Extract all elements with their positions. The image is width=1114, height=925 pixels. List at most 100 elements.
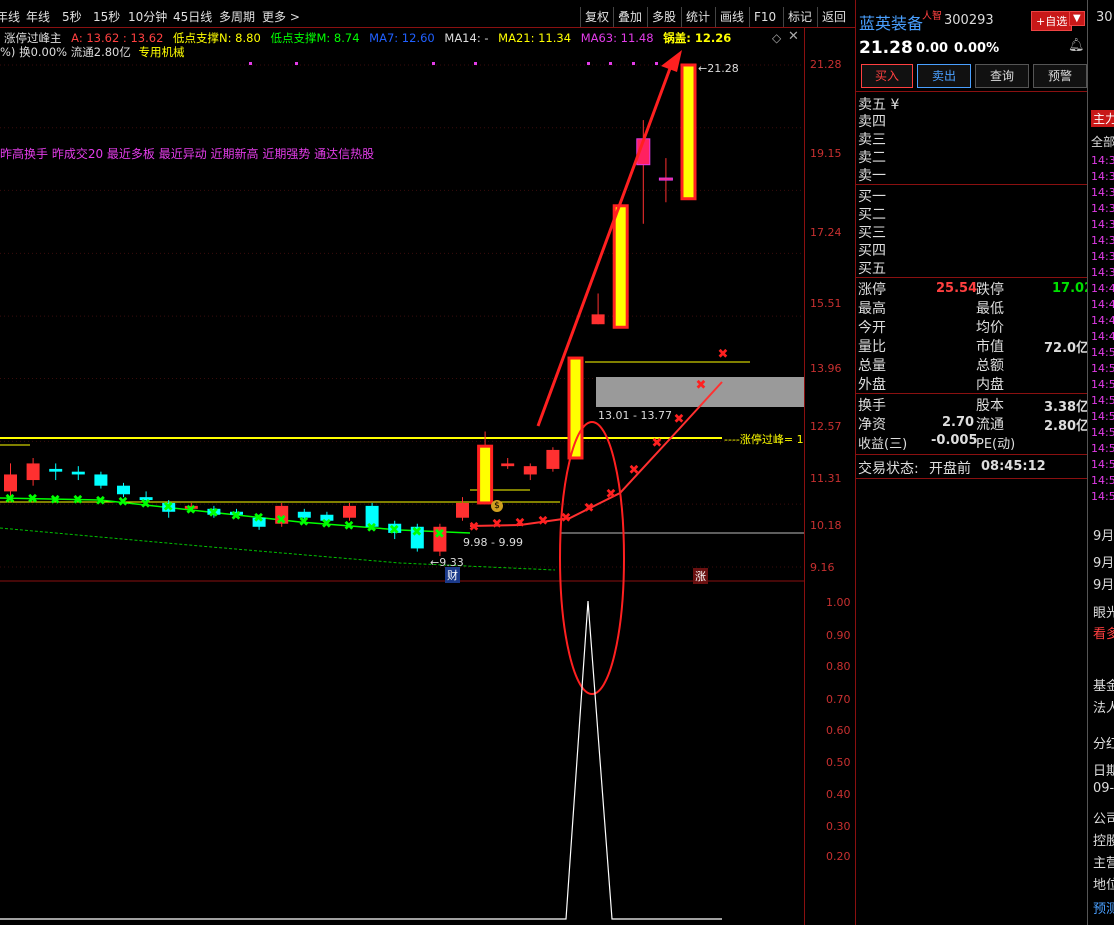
turnover-label: 换手 [858,398,886,414]
x-marker: ✖ [276,513,287,528]
shares-value: 3.38亿 [1044,400,1090,415]
kline-chart[interactable]: ✖ ✖ ✖ ✖ ✖ ✖ ✖ ✖ ✖ ✖ ✖ ✖ ✖ ✖ ✖ ✖ ✖ ✖ ✖ ✖ ✖ ✖ ✖ ✖ ✖✖✖✖✖✖✖✖ [0,28,804,925]
side-item[interactable]: 主营 [1093,852,1114,871]
candle[interactable] [680,63,697,201]
side-item[interactable]: 9月 [1093,525,1114,544]
divider [856,277,1088,278]
trade-time: 14:5 [1091,458,1114,471]
period-multi[interactable]: 多周期 [219,8,255,25]
period-45d[interactable]: 45日线 [173,8,212,25]
x-marker: ✖ [298,515,309,530]
side-item[interactable]: 分红 [1093,733,1114,752]
x-marker: ✖ [253,511,264,526]
overlay-button[interactable]: 叠加 [613,7,646,27]
ask1-label: 卖一 [858,168,886,184]
candle[interactable] [501,463,515,467]
buy-button[interactable]: 买入 [861,64,913,88]
candle[interactable] [456,502,469,518]
divider [856,91,1088,92]
finance-badge[interactable]: 财 [445,567,460,583]
bell-icon[interactable]: 🔔︎ [1068,38,1085,53]
side-item[interactable]: 公司 [1093,808,1114,827]
side-item[interactable]: 地位 [1093,874,1114,893]
limit-up-badge[interactable]: 涨 [693,568,708,584]
trade-time: 14:5 [1091,474,1114,487]
chevron-down-icon[interactable]: ▼ [1069,11,1085,26]
stats-button[interactable]: 统计 [681,7,714,27]
candle[interactable] [591,314,605,325]
candle[interactable] [612,204,629,329]
x-marker: ✖ [718,347,729,362]
side-item[interactable]: 9月 [1093,552,1114,571]
x-marker: ✖ [27,492,38,507]
side-item[interactable]: 日期 [1093,760,1114,779]
status-time: 08:45:12 [981,459,1046,474]
x-marker: ✖ [411,525,422,540]
stock-name: 蓝英装备 [859,14,924,33]
tab-main-force[interactable]: 主力 [1091,110,1114,127]
mark-button[interactable]: 标记 [783,7,816,27]
period-year[interactable]: 年线 [26,8,50,25]
chart-area[interactable]: 年线 年线 5秒 15秒 10分钟 45日线 多周期 更多 > 复权 叠加 多股… [0,0,855,925]
period-more[interactable]: 更多 > [262,8,300,25]
x-marker: ✖ [208,506,219,521]
candle[interactable] [343,505,356,518]
avg-label: 均价 [976,320,1004,336]
price-tick: 19.15 [810,147,842,160]
candle[interactable] [94,474,108,486]
trade-time: 14:3 [1091,170,1114,183]
period-year-partial[interactable]: 年线 [0,8,20,25]
dollar-icon[interactable]: $ [491,500,503,512]
tab-all[interactable]: 全部 [1091,133,1114,150]
f10-button[interactable]: F10 [749,7,780,27]
query-button[interactable]: 查询 [975,64,1029,88]
indicator-tick: 0.90 [826,629,851,642]
price-tick: 15.51 [810,297,842,310]
indicator-tick: 0.70 [826,693,851,706]
back-button[interactable]: 返回 [817,7,850,27]
price-tick: 17.24 [810,226,842,239]
float-label: 流通 [976,417,1004,433]
mcap-value: 72.0亿 [1044,341,1090,356]
candle[interactable] [49,468,63,472]
side-item[interactable]: 基金 [1093,675,1114,694]
x-marker: ✖ [584,501,595,516]
period-10min[interactable]: 10分钟 [128,8,167,25]
x-marker: ✖ [95,494,106,509]
side-item[interactable]: 控股 [1093,830,1114,849]
add-favorite-button[interactable]: +自选 [1031,11,1073,31]
candle[interactable] [523,466,537,475]
candle[interactable] [26,463,40,481]
period-5s[interactable]: 5秒 [62,8,82,25]
high-label: 最高 [858,301,886,317]
sell-button[interactable]: 卖出 [917,64,971,88]
alert-button[interactable]: 预警 [1033,64,1087,88]
side-item[interactable]: 眼光 [1093,602,1114,621]
period-15s[interactable]: 15秒 [93,8,120,25]
candle[interactable] [117,485,130,495]
candle[interactable] [546,449,560,469]
side-item[interactable]: 预测 [1093,898,1114,917]
ai-badge[interactable]: 人智 [922,7,942,22]
side-item[interactable]: 09- [1093,781,1114,796]
ask4-label: 卖四 [858,114,886,130]
side-item[interactable]: 看多 [1093,623,1114,642]
adjust-button[interactable]: 复权 [580,7,613,27]
candle[interactable] [477,444,494,505]
candle[interactable] [658,177,673,181]
candle[interactable] [71,471,85,475]
candle[interactable] [4,474,17,492]
price-tick: 10.18 [810,519,842,532]
trade-time: 14:3 [1091,218,1114,231]
x-marker: ✖ [652,436,663,451]
side-item[interactable]: 法人 [1093,697,1114,716]
multi-stock-button[interactable]: 多股 [647,7,680,27]
high-annotation: ←21.28 [698,62,739,75]
total-vol-label: 总量 [858,358,886,374]
side-item[interactable]: 9月 [1093,574,1114,593]
trade-time: 14:4 [1091,314,1114,327]
draw-button[interactable]: 画线 [715,7,748,27]
x-marker: ✖ [140,497,151,512]
status-label: 交易状态: [858,461,919,477]
x-marker: ✖ [118,495,129,510]
